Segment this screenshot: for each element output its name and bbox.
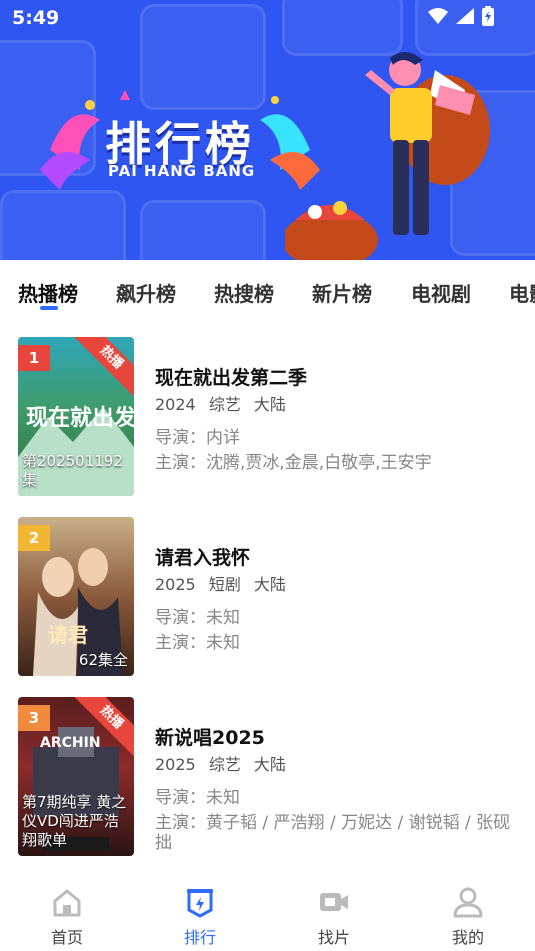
item-title[interactable]: 现在就出发第二季 — [155, 363, 307, 390]
nav-ranking[interactable]: 排行 — [160, 886, 240, 948]
item-region: 大陆 — [253, 755, 286, 774]
wifi-icon — [428, 8, 448, 24]
tab-new-releases[interactable]: 新片榜 — [312, 278, 372, 307]
ranking-item[interactable]: 现在就出发 1 热播 第202501192集 现在就出发第二季 2024 综艺 … — [0, 337, 535, 497]
signal-icon — [456, 8, 474, 24]
item-title[interactable]: 请君入我怀 — [155, 543, 250, 570]
poster-image[interactable]: ARCHIN 3 热播 第7期纯享 黄之仪VD闯进严浩翔歌单 — [18, 697, 134, 856]
nav-find-video-label: 找片 — [317, 928, 350, 947]
ranking-banner: 5:49 排行榜 PAI HANG BANG — [0, 0, 535, 260]
user-icon — [453, 887, 483, 918]
svg-text:现在就出发: 现在就出发 — [26, 405, 134, 431]
battery-icon — [482, 6, 494, 26]
tab-tv-series[interactable]: 电视剧 — [411, 278, 471, 307]
tab-hot-play[interactable]: 热播榜 — [18, 278, 78, 307]
rank-badge: 1 — [18, 345, 50, 371]
nav-profile-label: 我的 — [451, 928, 484, 947]
item-meta: 2025 综艺 大陆 — [155, 751, 294, 775]
item-director: 导演：内详 — [155, 428, 240, 448]
ranking-item[interactable]: 请君 2 62集全 请君入我怀 2025 短剧 大陆 导演：未知 主演：未知 — [0, 517, 535, 677]
item-region: 大陆 — [253, 395, 286, 414]
nav-find-video[interactable]: 找片 — [294, 886, 374, 948]
item-meta: 2024 综艺 大陆 — [155, 391, 294, 415]
bottom-navigation: 首页 排行 找片 我的 — [0, 880, 535, 951]
poster-image[interactable]: 请君 2 62集全 — [18, 517, 134, 676]
nav-home[interactable]: 首页 — [27, 886, 107, 948]
home-icon — [53, 889, 81, 917]
item-region: 大陆 — [253, 575, 286, 594]
item-cast: 主演：黄子韬 / 严浩翔 / 万妮达 / 谢锐韬 / 张砚拙 — [155, 813, 511, 853]
item-genre: 短剧 — [208, 575, 241, 594]
ranking-item[interactable]: ARCHIN 3 热播 第7期纯享 黄之仪VD闯进严浩翔歌单 新说唱2025 2… — [0, 697, 535, 857]
item-genre: 综艺 — [208, 755, 241, 774]
tab-hot-search[interactable]: 热搜榜 — [214, 278, 274, 307]
banner-decoration — [0, 190, 126, 260]
banner-decoration — [140, 200, 266, 260]
poster-caption: 第7期纯享 黄之仪VD闯进严浩翔歌单 — [22, 793, 127, 849]
tab-rising[interactable]: 飙升榜 — [116, 278, 176, 307]
character-illustration — [285, 51, 490, 260]
item-genre: 综艺 — [208, 395, 241, 414]
item-cast: 主演：沈腾,贾冰,金晨,白敬亭,王安宇 — [155, 453, 432, 473]
item-director: 导演：未知 — [155, 608, 240, 628]
item-year: 2025 — [155, 575, 196, 594]
item-year: 2024 — [155, 395, 196, 414]
ranking-icon — [187, 889, 213, 918]
poster-caption: 第202501192集 — [22, 452, 123, 489]
rank-badge: 3 — [18, 705, 50, 731]
nav-ranking-label: 排行 — [183, 928, 216, 947]
status-bar: 5:49 — [0, 0, 535, 36]
item-director: 导演：未知 — [155, 788, 240, 808]
item-meta: 2025 短剧 大陆 — [155, 571, 294, 595]
item-cast: 主演：未知 — [155, 633, 240, 653]
svg-text:ARCHIN: ARCHIN — [40, 735, 101, 751]
rank-badge: 2 — [18, 525, 50, 551]
item-title[interactable]: 新说唱2025 — [155, 723, 265, 750]
svg-text:请君: 请君 — [48, 623, 88, 647]
tab-movies[interactable]: 电影 — [509, 278, 535, 307]
nav-home-label: 首页 — [50, 928, 83, 947]
status-time: 5:49 — [12, 7, 60, 29]
category-tabs: 热播榜 飙升榜 热搜榜 新片榜 电视剧 电影 — [0, 262, 535, 318]
poster-image[interactable]: 现在就出发 1 热播 第202501192集 — [18, 337, 134, 496]
poster-caption: 62集全 — [78, 651, 128, 669]
nav-profile[interactable]: 我的 — [428, 886, 508, 948]
status-icons — [427, 6, 495, 26]
video-camera-icon — [320, 893, 348, 911]
item-year: 2025 — [155, 755, 196, 774]
banner-subtitle: PAI HANG BANG — [108, 162, 256, 180]
active-tab-indicator — [40, 306, 58, 310]
